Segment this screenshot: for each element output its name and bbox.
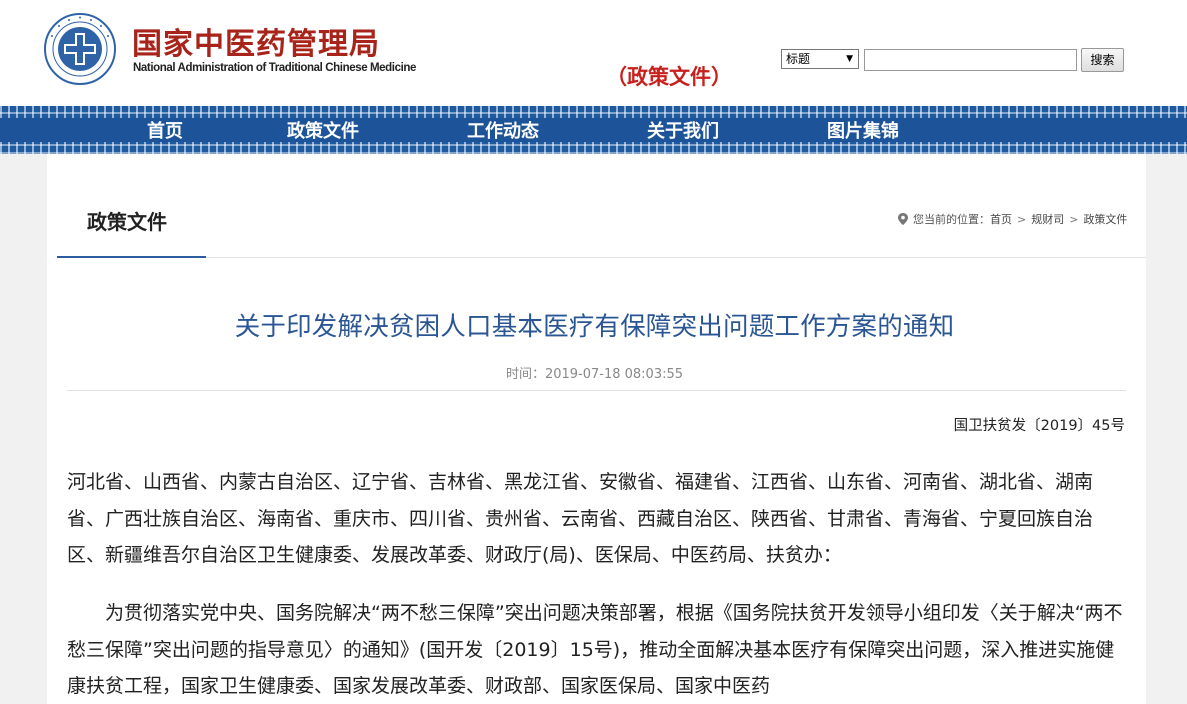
breadcrumb-prefix: 您当前的位置： xyxy=(913,213,990,226)
breadcrumb-separator: > xyxy=(1017,212,1027,226)
meta-divider xyxy=(67,390,1126,391)
search-button[interactable]: 搜索 xyxy=(1081,48,1124,72)
breadcrumb-home[interactable]: 首页 xyxy=(990,211,1012,227)
search-field-select[interactable]: 标题 ▼ xyxy=(781,49,859,69)
breadcrumb-department[interactable]: 规财司 xyxy=(1031,211,1064,227)
content-panel: 政策文件 您当前的位置： 首页 > 规财司 > 政策文件 关于印发解决贫困人口基… xyxy=(47,154,1146,704)
nav-item-home[interactable]: 首页 xyxy=(147,117,183,143)
breadcrumb-separator: > xyxy=(1069,212,1079,226)
breadcrumb: 您当前的位置： 首页 > 规财司 > 政策文件 xyxy=(898,211,1127,227)
article-title: 关于印发解决贫困人口基本医疗有保障突出问题工作方案的通知 xyxy=(234,312,955,342)
main-nav: 首页 政策文件 工作动态 关于我们 图片集锦 xyxy=(0,106,1187,154)
panel-divider xyxy=(57,257,1146,258)
article-paragraph: 为贯彻落实党中央、国务院解决“两不愁三保障”突出问题决策部署，根据《国务院扶贫开… xyxy=(67,602,1123,697)
site-name-chinese[interactable]: 国家中医药管理局 xyxy=(132,19,380,63)
nav-item-news[interactable]: 工作动态 xyxy=(467,117,539,143)
search-input[interactable] xyxy=(864,49,1077,71)
article-publish-time: 时间：2019-07-18 08:03:55 xyxy=(505,367,684,382)
panel-title-underline xyxy=(57,256,206,258)
nav-item-about[interactable]: 关于我们 xyxy=(647,117,719,143)
nav-item-gallery[interactable]: 图片集锦 xyxy=(827,117,899,143)
nav-item-policy[interactable]: 政策文件 xyxy=(287,117,359,143)
panel-title: 政策文件 xyxy=(87,210,167,234)
tcm-emblem-icon[interactable] xyxy=(44,13,116,85)
breadcrumb-current[interactable]: 政策文件 xyxy=(1083,211,1127,227)
document-number: 国卫扶贫发〔2019〕45号 xyxy=(953,418,1125,434)
dropdown-arrow-icon: ▼ xyxy=(846,54,853,64)
location-pin-icon xyxy=(898,213,908,225)
article-paragraph: 河北省、山西省、内蒙古自治区、辽宁省、吉林省、黑龙江省、安徽省、福建省、江西省、… xyxy=(67,471,1094,566)
site-header: 国家中医药管理局 National Administration of Trad… xyxy=(0,0,1187,106)
section-tag: （政策文件） xyxy=(606,65,732,89)
site-name-english: National Administration of Traditional C… xyxy=(133,62,416,74)
search-field-selected: 标题 xyxy=(786,52,811,66)
